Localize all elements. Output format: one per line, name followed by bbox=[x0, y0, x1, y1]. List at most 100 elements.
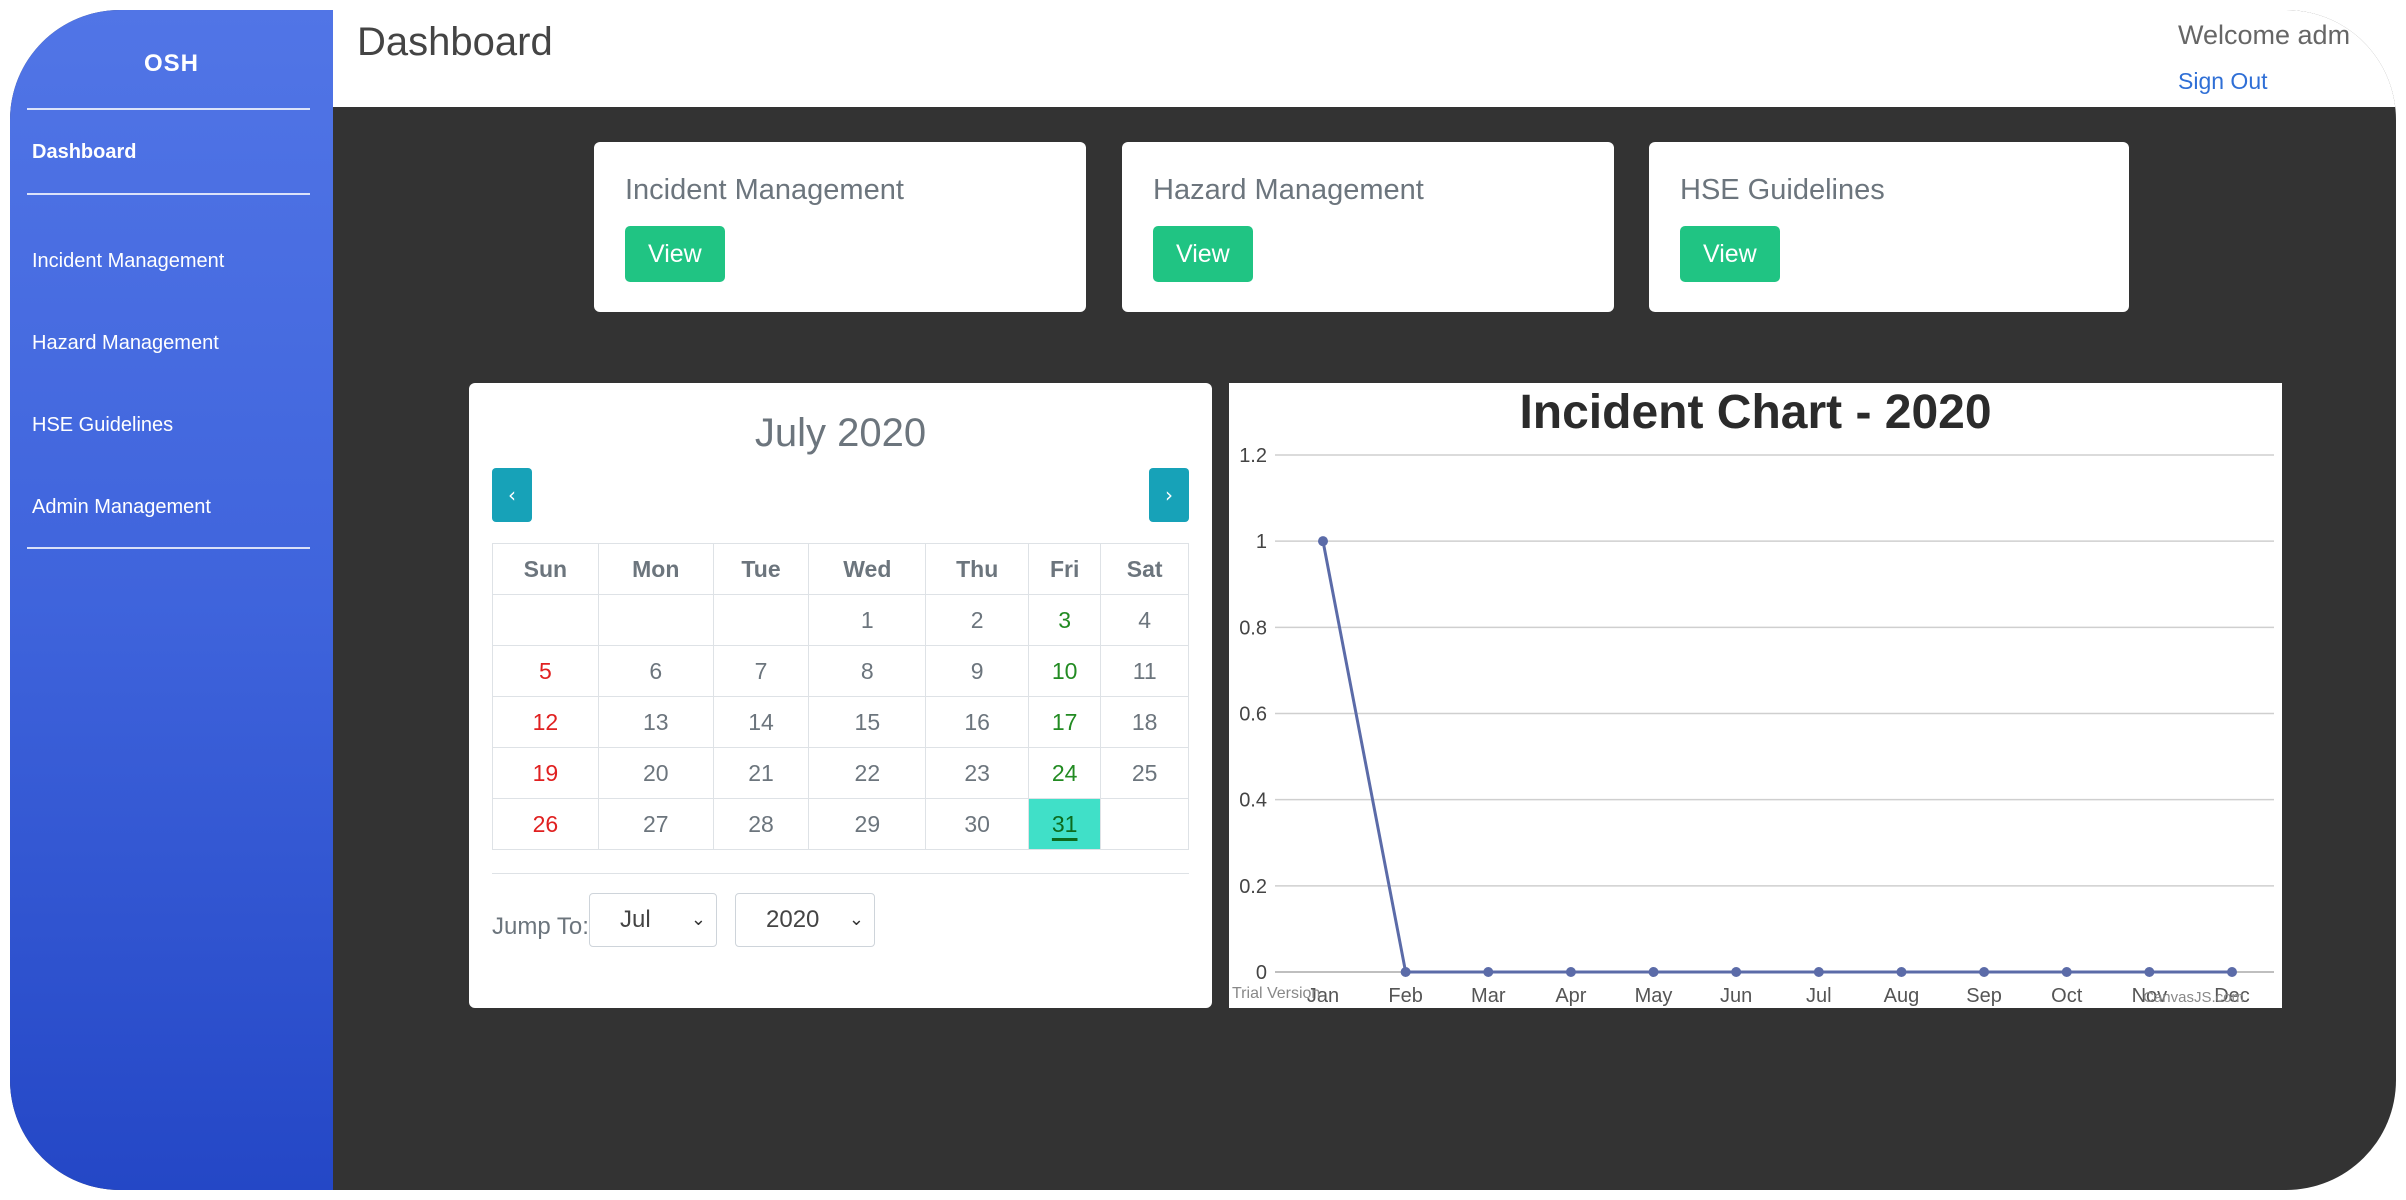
calendar-day[interactable]: 12 bbox=[492, 696, 599, 748]
calendar-day[interactable]: 25 bbox=[1100, 747, 1189, 799]
data-point[interactable] bbox=[1318, 536, 1328, 547]
weekday-header: Mon bbox=[597, 543, 714, 595]
data-point[interactable] bbox=[1896, 967, 1907, 977]
calendar-day[interactable]: 30 bbox=[925, 798, 1030, 850]
calendar-empty-cell bbox=[1100, 798, 1189, 850]
calendar-day[interactable]: 22 bbox=[808, 747, 927, 799]
calendar-day[interactable]: 1 bbox=[808, 594, 927, 646]
calendar-day[interactable]: 10 bbox=[1028, 645, 1102, 697]
calendar-week-row: 1234 bbox=[492, 594, 1189, 646]
sidebar-item-hse-guidelines[interactable]: HSE Guidelines bbox=[32, 414, 173, 437]
calendar-day[interactable]: 21 bbox=[712, 747, 810, 799]
calendar-day[interactable]: 18 bbox=[1100, 696, 1189, 748]
trial-version-watermark: Trial Version bbox=[1232, 985, 1321, 1002]
data-point[interactable] bbox=[1813, 967, 1824, 977]
incident-management-card: Incident Management View bbox=[594, 142, 1086, 312]
calendar-day[interactable]: 23 bbox=[925, 747, 1030, 799]
sidebar-item-hazard-management[interactable]: Hazard Management bbox=[32, 332, 219, 355]
calendar-day[interactable]: 2 bbox=[925, 594, 1030, 646]
data-point[interactable] bbox=[1731, 967, 1742, 977]
calendar-day[interactable]: 9 bbox=[925, 645, 1030, 697]
card-title: Hazard Management bbox=[1153, 174, 1424, 206]
weekday-header: Tue bbox=[712, 543, 810, 595]
y-tick-label: 0.6 bbox=[1239, 704, 1267, 726]
sidebar-item-dashboard[interactable]: Dashboard bbox=[32, 141, 136, 164]
sidebar-item-admin-management[interactable]: Admin Management bbox=[32, 496, 211, 519]
x-tick-label: Jun bbox=[1720, 985, 1752, 1007]
prev-month-button[interactable]: ‹ bbox=[492, 468, 532, 522]
next-month-button[interactable]: › bbox=[1149, 468, 1189, 522]
calendar-day[interactable]: 17 bbox=[1028, 696, 1102, 748]
incident-chart: Incident Chart - 2020 0 0.2 0.4 0.6 0.8 1 1.2 J… bbox=[1229, 383, 2282, 1008]
top-bar: Dashboard Welcome adm Sign Out bbox=[333, 10, 2396, 107]
data-point[interactable] bbox=[1483, 967, 1494, 977]
calendar-day[interactable]: 20 bbox=[597, 747, 714, 799]
data-point[interactable] bbox=[2227, 967, 2237, 977]
weekday-header: Fri bbox=[1028, 543, 1102, 595]
calendar-week-row: 19 20 21 22 23 24 25 bbox=[492, 747, 1189, 799]
data-point[interactable] bbox=[1648, 967, 1659, 977]
y-tick-label: 1 bbox=[1256, 531, 1267, 553]
calendar-empty-cell bbox=[597, 594, 714, 646]
calendar-day[interactable]: 13 bbox=[597, 696, 714, 748]
calendar-day[interactable]: 24 bbox=[1028, 747, 1102, 799]
data-point[interactable] bbox=[1565, 967, 1576, 977]
calendar-grid: Sun Mon Tue Wed Thu Fri Sat 1 2 3 4 5 6 7 8 9 10 11 12 13 1… bbox=[492, 543, 1189, 850]
calendar-week-row: 26 27 28 29 30 31 bbox=[492, 798, 1189, 850]
calendar-day[interactable]: 29 bbox=[808, 798, 927, 850]
calendar-day[interactable]: 15 bbox=[808, 696, 927, 748]
y-tick-label: 1.2 bbox=[1239, 445, 1267, 467]
calendar-widget: July 2020 ‹ › Sun Mon Tue Wed Thu Fri Sat 1234… bbox=[469, 383, 1212, 1008]
calendar-day[interactable]: 3 bbox=[1028, 594, 1102, 646]
x-tick-label: Aug bbox=[1884, 985, 1920, 1007]
hse-guidelines-card: HSE Guidelines View bbox=[1649, 142, 2129, 312]
sidebar-divider bbox=[27, 547, 310, 549]
calendar-day[interactable]: 5 bbox=[492, 645, 599, 697]
data-point[interactable] bbox=[2144, 967, 2155, 977]
sidebar: OSH Dashboard Incident Management Hazard… bbox=[10, 10, 333, 1190]
sign-out-link[interactable]: Sign Out bbox=[2178, 68, 2268, 95]
year-select[interactable]: 2020 ⌄ bbox=[735, 893, 875, 947]
brand-logo[interactable]: OSH bbox=[10, 50, 333, 78]
canvasjs-watermark: CanvasJS.com bbox=[2143, 989, 2244, 1006]
calendar-day[interactable]: 14 bbox=[712, 696, 810, 748]
x-tick-label: Jul bbox=[1806, 985, 1832, 1007]
data-point[interactable] bbox=[2061, 967, 2072, 977]
y-tick-label: 0.2 bbox=[1239, 876, 1267, 898]
y-tick-label: 0.8 bbox=[1239, 617, 1267, 639]
calendar-day[interactable]: 26 bbox=[492, 798, 599, 850]
calendar-day[interactable]: 16 bbox=[925, 696, 1030, 748]
calendar-week-row: 5 6 7 8 9 10 11 bbox=[492, 645, 1189, 697]
calendar-day[interactable]: 6 bbox=[597, 645, 714, 697]
x-tick-label: Sep bbox=[1966, 985, 2002, 1007]
calendar-day[interactable]: 28 bbox=[712, 798, 810, 850]
incident-view-button[interactable]: View bbox=[625, 226, 725, 282]
year-select-value: 2020 bbox=[766, 906, 820, 933]
month-select[interactable]: Jul ⌄ bbox=[589, 893, 717, 947]
calendar-title: July 2020 bbox=[754, 411, 927, 455]
calendar-empty-cell bbox=[712, 594, 810, 646]
welcome-text: Welcome adm bbox=[2178, 20, 2351, 50]
calendar-day[interactable]: 8 bbox=[808, 645, 927, 697]
chevron-down-icon: ⌄ bbox=[848, 909, 864, 930]
app-frame: OSH Dashboard Incident Management Hazard… bbox=[10, 10, 2396, 1190]
calendar-day[interactable]: 11 bbox=[1100, 645, 1189, 697]
x-tick-label: Feb bbox=[1388, 985, 1422, 1007]
hse-view-button[interactable]: View bbox=[1680, 226, 1780, 282]
jump-to-label: Jump To: bbox=[492, 913, 589, 940]
weekday-header: Wed bbox=[808, 543, 927, 595]
hazard-view-button[interactable]: View bbox=[1153, 226, 1253, 282]
calendar-day-today[interactable]: 31 bbox=[1028, 798, 1102, 850]
sidebar-item-incident-management[interactable]: Incident Management bbox=[32, 250, 224, 273]
card-title: HSE Guidelines bbox=[1680, 174, 1885, 206]
calendar-day[interactable]: 19 bbox=[492, 747, 599, 799]
calendar-day[interactable]: 4 bbox=[1100, 594, 1189, 646]
data-point[interactable] bbox=[1979, 967, 1990, 977]
calendar-day[interactable]: 7 bbox=[712, 645, 810, 697]
page-title: Dashboard bbox=[357, 20, 553, 64]
calendar-day[interactable]: 27 bbox=[597, 798, 714, 850]
data-point[interactable] bbox=[1400, 967, 1411, 977]
weekday-header: Sun bbox=[492, 543, 599, 595]
series-line bbox=[1321, 540, 2232, 974]
x-tick-label: Apr bbox=[1555, 985, 1586, 1007]
